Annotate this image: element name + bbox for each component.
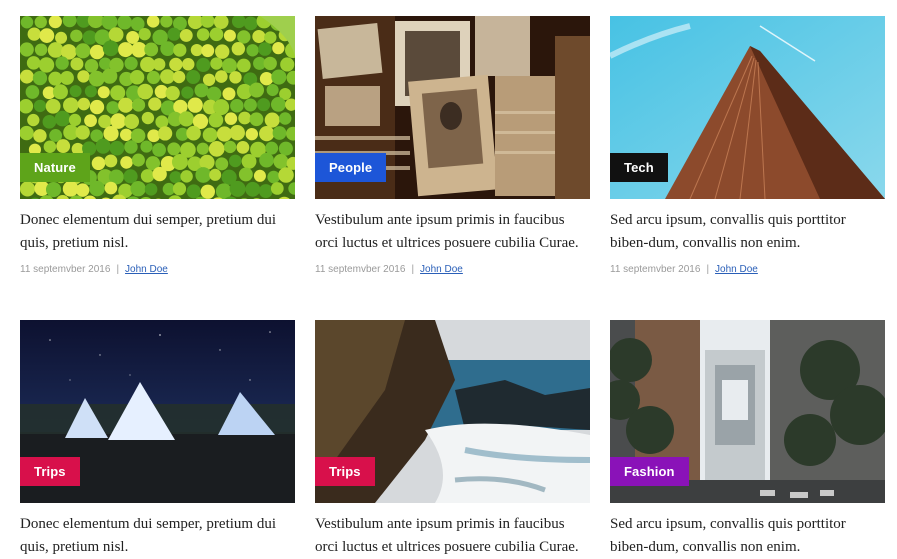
post-thumbnail[interactable]: Tech bbox=[610, 16, 885, 199]
meta-separator: | bbox=[706, 264, 709, 275]
post-thumbnail[interactable]: People bbox=[315, 16, 590, 199]
post-date: 11 septemvber 2016 bbox=[610, 264, 700, 275]
post-date: 11 septemvber 2016 bbox=[20, 264, 110, 275]
post-title[interactable]: Vestibulum ante ipsum primis in faucibus… bbox=[315, 513, 585, 559]
post-thumbnail[interactable]: Trips bbox=[315, 320, 590, 503]
post-thumbnail[interactable]: Fashion bbox=[610, 320, 885, 503]
post-card: Fashion Sed arcu ipsum, convallis quis p… bbox=[610, 320, 885, 559]
post-title[interactable]: Donec elementum dui semper, pretium dui … bbox=[20, 513, 290, 559]
post-card: Trips Donec elementum dui semper, pretiu… bbox=[20, 320, 295, 559]
category-badge[interactable]: Trips bbox=[20, 457, 80, 486]
author-link[interactable]: John Doe bbox=[715, 264, 758, 275]
post-thumbnail[interactable]: Trips bbox=[20, 320, 295, 503]
post-meta: 11 septemvber 2016 | John Doe bbox=[20, 264, 295, 275]
post-card: People Vestibulum ante ipsum primis in f… bbox=[315, 16, 590, 275]
post-card: Tech Sed arcu ipsum, convallis quis port… bbox=[610, 16, 885, 275]
post-title[interactable]: Sed arcu ipsum, convallis quis porttitor… bbox=[610, 209, 880, 255]
category-badge[interactable]: People bbox=[315, 153, 386, 182]
category-badge[interactable]: Trips bbox=[315, 457, 375, 486]
category-badge[interactable]: Tech bbox=[610, 153, 668, 182]
post-title[interactable]: Donec elementum dui semper, pretium dui … bbox=[20, 209, 290, 255]
category-badge[interactable]: Fashion bbox=[610, 457, 689, 486]
author-link[interactable]: John Doe bbox=[125, 264, 168, 275]
post-card: Trips Vestibulum ante ipsum primis in fa… bbox=[315, 320, 590, 559]
author-link[interactable]: John Doe bbox=[420, 264, 463, 275]
category-badge[interactable]: Nature bbox=[20, 153, 90, 182]
post-title[interactable]: Vestibulum ante ipsum primis in faucibus… bbox=[315, 209, 585, 255]
post-title[interactable]: Sed arcu ipsum, convallis quis porttitor… bbox=[610, 513, 880, 559]
post-meta: 11 septemvber 2016 | John Doe bbox=[315, 264, 590, 275]
meta-separator: | bbox=[411, 264, 414, 275]
post-thumbnail[interactable]: Nature bbox=[20, 16, 295, 199]
meta-separator: | bbox=[116, 264, 119, 275]
post-meta: 11 septemvber 2016 | John Doe bbox=[610, 264, 885, 275]
post-date: 11 septemvber 2016 bbox=[315, 264, 405, 275]
post-card: Nature Donec elementum dui semper, preti… bbox=[20, 16, 295, 275]
